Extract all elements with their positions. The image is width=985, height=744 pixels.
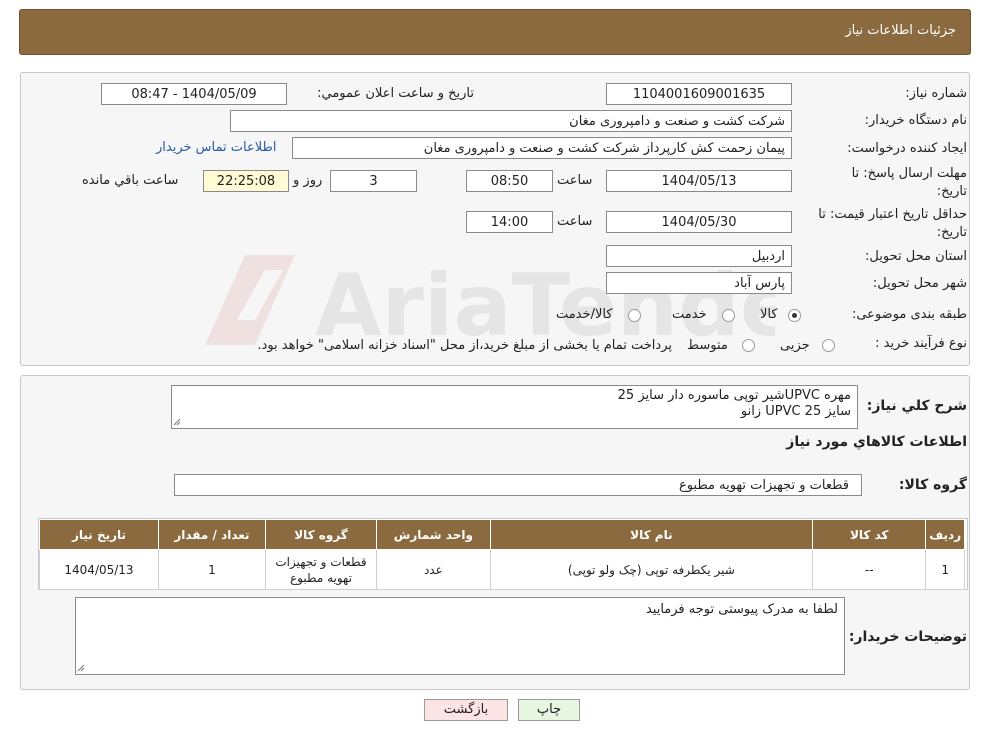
table-row: 1 -- شیر یکطرفه توپی (چک ولو توپی) عدد ق… (39, 549, 965, 590)
need-number-field: 1104001609001635 (606, 83, 792, 105)
category-option-service-label: خدمت (672, 307, 707, 322)
deadline-label-line1: مهلت ارسال پاسخ: تا (851, 166, 967, 181)
general-desc-label: شرح کلي نياز: (866, 398, 967, 414)
deadline-date-field: 1404/05/13 (606, 170, 792, 192)
print-button[interactable]: چاپ (518, 699, 580, 721)
category-option-goods-radio[interactable] (788, 309, 801, 322)
general-desc-field: مهره UPVCشیر توپی ماسوره دار سایز 25 سای… (171, 385, 858, 429)
category-option-service-radio[interactable] (722, 309, 735, 322)
validity-time-field: 14:00 (466, 211, 553, 233)
items-table-wrapper: ردیف کد کالا نام کالا واحد شمارش گروه کا… (38, 518, 968, 590)
goods-group-label: گروه کالا: (898, 477, 967, 493)
cell-group-line1: قطعات و تجهیزات (275, 554, 367, 569)
category-option-both-radio[interactable] (628, 309, 641, 322)
process-option-partial-label: جزیی (780, 338, 810, 353)
buyer-notes-label: توضیحات خریدار: (848, 629, 967, 645)
days-label: روز و (293, 173, 323, 188)
process-option-partial-radio[interactable] (822, 339, 835, 352)
cell-code: -- (812, 549, 927, 590)
announce-field: 1404/05/09 - 08:47 (101, 83, 287, 105)
page-title: جزئیات اطلاعات نیاز (845, 23, 956, 38)
announce-label: تاریخ و ساعت اعلان عمومي: (317, 86, 474, 101)
requester-label: ایجاد کننده درخواست: (847, 141, 967, 156)
buyer-org-label: نام دستگاه خریدار: (864, 113, 967, 128)
province-field: اردبیل (606, 245, 792, 267)
goods-info-title: اطلاعات کالاهاي مورد نياز (786, 434, 967, 450)
requester-field: پیمان زحمت کش کارپرداز شرکت کشت و صنعت و… (292, 137, 792, 159)
cell-quantity: 1 (157, 549, 266, 590)
process-option-medium-label: متوسط (687, 338, 728, 353)
deadline-label: مهلت ارسال پاسخ: تا تاریخ: (852, 165, 967, 201)
deadline-time-label: ساعت (557, 173, 593, 188)
buyer-contact-link[interactable]: اطلاعات تماس خریدار (156, 140, 276, 155)
remaining-label: ساعت باقي مانده (82, 173, 179, 188)
page-header: جزئیات اطلاعات نیاز (19, 9, 971, 55)
general-desc-line2: سایز UPVC 25 زانو (740, 404, 851, 419)
category-label: طبقه بندی موضوعی: (851, 307, 967, 322)
buyer-notes-text: لطفا به مدرک پیوستی توجه فرمایید (645, 602, 838, 617)
col-header-row-number: ردیف (925, 519, 965, 550)
buyer-org-field: شرکت کشت و صنعت و دامپروری مغان (230, 110, 792, 132)
deadline-time-field: 08:50 (466, 170, 553, 192)
process-note: پرداخت تمام یا بخشی از مبلغ خرید،از محل … (257, 338, 672, 353)
col-header-code: کد کالا (812, 519, 927, 550)
resize-grip-icon[interactable] (173, 418, 181, 426)
cell-date: 1404/05/13 (39, 549, 159, 590)
need-number-label: شماره نیاز: (905, 86, 967, 101)
remaining-time-field: 22:25:08 (203, 170, 289, 192)
col-header-quantity: تعداد / مقدار (157, 519, 266, 550)
buyer-notes-field: لطفا به مدرک پیوستی توجه فرمایید (75, 597, 845, 675)
city-field: پارس آباد (606, 272, 792, 294)
general-desc-line1: مهره UPVCشیر توپی ماسوره دار سایز 25 (617, 388, 851, 403)
validity-label-line2: تاریخ: (936, 225, 967, 240)
cell-unit: عدد (376, 549, 491, 590)
col-header-group: گروه کالا (264, 519, 378, 550)
col-header-date: تاریخ نیاز (39, 519, 159, 550)
validity-label-line1: حداقل تاریخ اعتبار قیمت: تا (818, 207, 967, 222)
goods-group-field: قطعات و تجهیزات تهویه مطبوع (174, 474, 862, 496)
cell-group: قطعات و تجهیزات تهویه مطبوع (264, 549, 378, 590)
cell-group-line2: تهویه مطبوع (290, 570, 352, 585)
process-label: نوع فرآیند خرید : (875, 336, 967, 351)
category-option-both-label: کالا/خدمت (556, 307, 613, 322)
col-header-unit: واحد شمارش (376, 519, 491, 550)
deadline-label-line2: تاریخ: (936, 184, 967, 199)
back-button[interactable]: بازگشت (424, 699, 508, 721)
days-field: 3 (330, 170, 417, 192)
cell-name: شیر یکطرفه توپی (چک ولو توپی) (489, 549, 814, 590)
notes-resize-grip-icon[interactable] (77, 664, 85, 672)
validity-label: حداقل تاریخ اعتبار قیمت: تا تاریخ: (818, 206, 967, 242)
cell-row-number: 1 (925, 549, 965, 590)
table-header-row: ردیف کد کالا نام کالا واحد شمارش گروه کا… (39, 519, 965, 550)
validity-date-field: 1404/05/30 (606, 211, 792, 233)
process-option-medium-radio[interactable] (742, 339, 755, 352)
items-table: ردیف کد کالا نام کالا واحد شمارش گروه کا… (39, 519, 965, 590)
col-header-name: نام کالا (489, 519, 814, 550)
validity-time-label: ساعت (557, 214, 593, 229)
city-label: شهر محل تحویل: (872, 276, 967, 291)
province-label: استان محل تحویل: (865, 249, 967, 264)
category-option-goods-label: کالا (760, 307, 778, 322)
